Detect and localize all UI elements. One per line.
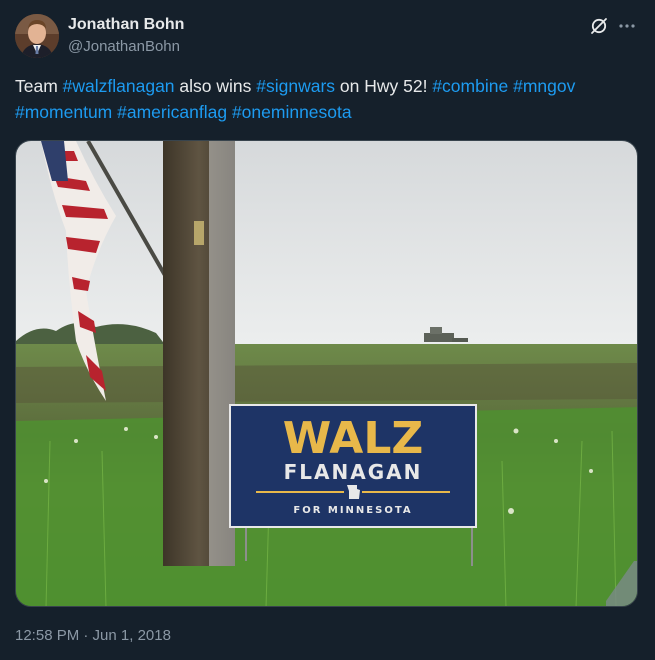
author-name[interactable]: Jonathan Bohn [68,16,184,34]
more-icon[interactable] [617,16,637,36]
tweet-text-segment: also wins [174,76,257,96]
sign-line2: FLANAGAN [284,460,423,484]
avatar[interactable] [15,14,59,58]
tweet: Jonathan Bohn @JonathanBohn Team #walzfl… [0,0,655,660]
tweet-timestamp[interactable]: 12:58 PM · Jun 1, 2018 [15,627,171,644]
hashtag-link[interactable]: #oneminnesota [232,102,352,122]
tweet-text-segment: Team [15,76,63,96]
hashtag-link[interactable]: #combine [432,76,508,96]
hashtag-link[interactable]: #walzflanagan [63,76,175,96]
sky [16,141,637,346]
hashtag-link[interactable]: #mngov [513,76,575,96]
avatar-image [15,14,59,58]
author-handle[interactable]: @JonathanBohn [68,38,180,55]
tweet-text-segment: on Hwy 52! [335,76,433,96]
sign-line1: WALZ [283,413,424,464]
photo-scene: WALZ FLANAGAN FOR MINNESOTA [16,141,637,606]
hashtag-link[interactable]: #americanflag [117,102,227,122]
tweet-text: Team #walzflanagan also wins #signwars o… [15,73,640,125]
hashtag-link[interactable]: #momentum [15,102,112,122]
tweet-photo[interactable]: WALZ FLANAGAN FOR MINNESOTA [15,140,638,607]
hashtag-link[interactable]: #signwars [256,76,335,96]
grok-icon[interactable] [589,16,609,36]
sign-line3: FOR MINNESOTA [293,505,412,516]
